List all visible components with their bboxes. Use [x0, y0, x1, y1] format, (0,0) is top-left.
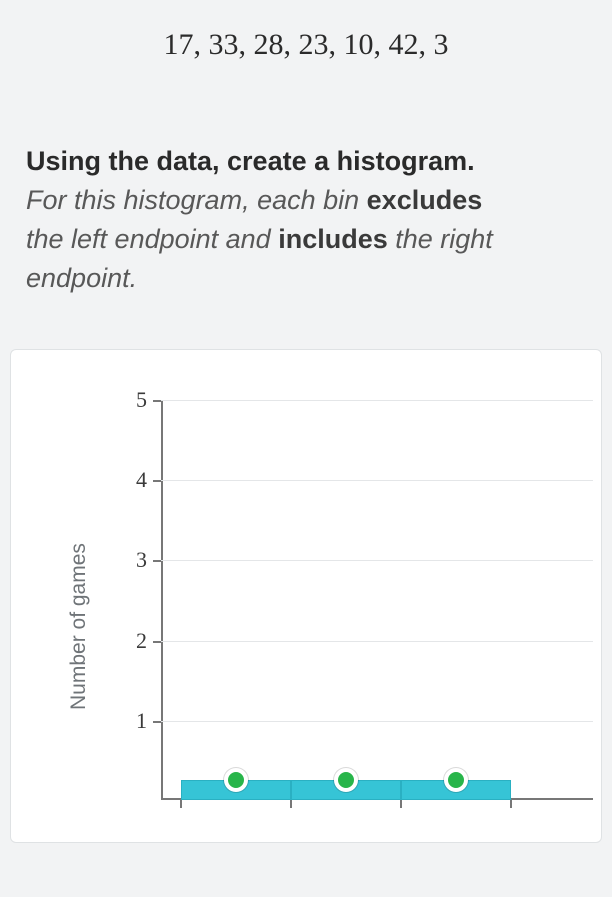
y-tick-label: 5	[136, 387, 147, 413]
plot-area[interactable]: 1 2 3 4 5	[161, 380, 593, 834]
bar-drag-handle[interactable]	[444, 768, 468, 792]
x-tick	[510, 800, 512, 808]
x-tick	[400, 800, 402, 808]
y-tick	[153, 400, 161, 402]
y-tick-label: 1	[136, 708, 147, 734]
y-tick-label: 2	[136, 628, 147, 654]
gridline	[161, 641, 593, 642]
y-tick-label: 3	[136, 547, 147, 573]
gridline	[161, 560, 593, 561]
gridline	[161, 400, 593, 401]
instructions-block: Using the data, create a histogram. For …	[0, 72, 612, 329]
y-axis-label: Number of games	[67, 543, 91, 710]
gridline	[161, 721, 593, 722]
y-tick	[153, 641, 161, 643]
x-tick	[290, 800, 292, 808]
bar-drag-handle[interactable]	[334, 768, 358, 792]
data-values: 17, 33, 28, 23, 10, 42, 3	[0, 0, 612, 72]
y-tick-label: 4	[136, 467, 147, 493]
histogram-chart-card: Number of games 1 2 3 4 5	[10, 349, 602, 843]
y-tick	[153, 721, 161, 723]
x-tick	[180, 800, 182, 808]
instruction-main: Using the data, create a histogram.	[26, 146, 475, 176]
instruction-detail: For this histogram, each bin excludes th…	[26, 185, 493, 293]
y-axis	[161, 400, 163, 800]
y-tick	[153, 560, 161, 562]
y-tick	[153, 480, 161, 482]
bar-drag-handle[interactable]	[224, 768, 248, 792]
gridline	[161, 480, 593, 481]
